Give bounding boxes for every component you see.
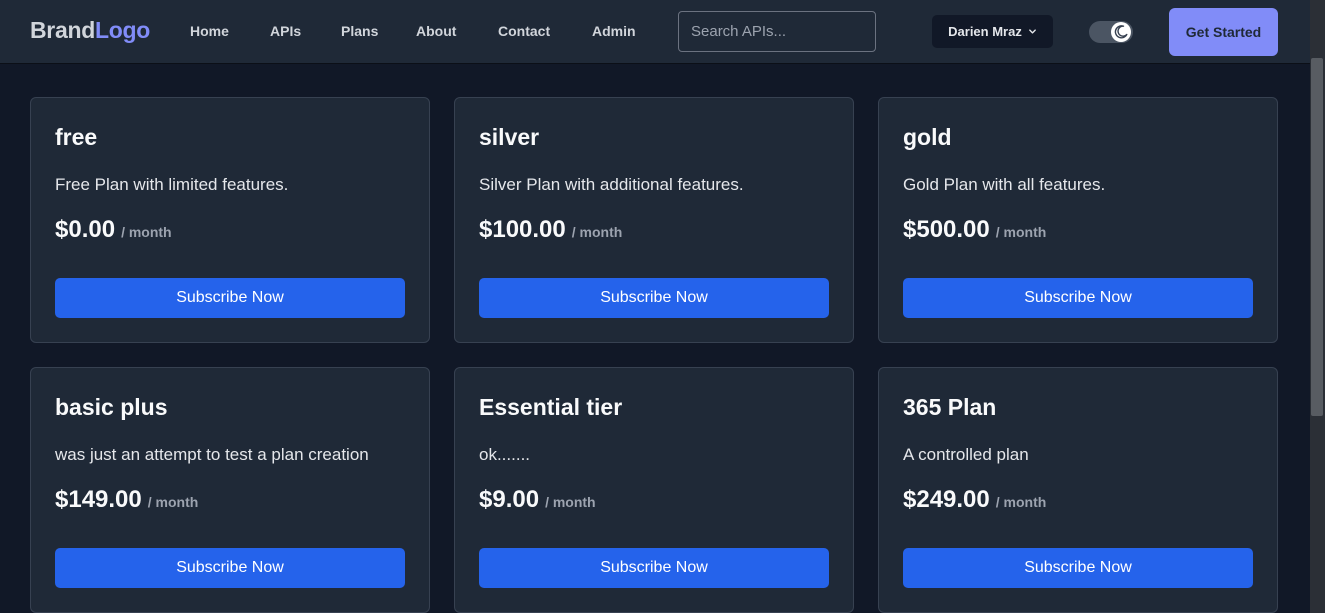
plan-price-period: / month xyxy=(571,224,623,240)
brand-logo-part1: Brand xyxy=(30,17,95,43)
plan-name: Essential tier xyxy=(479,394,623,420)
nav-link-home[interactable]: Home xyxy=(190,23,229,39)
plan-name: silver xyxy=(479,124,540,150)
plan-price: $500.00 / month xyxy=(903,216,1046,244)
plan-price: $249.00 / month xyxy=(903,486,1046,514)
subscribe-button[interactable]: Subscribe Now xyxy=(479,548,829,588)
plan-price-value: $500.00 xyxy=(903,216,990,243)
nav-link-apis[interactable]: APIs xyxy=(270,23,301,39)
plan-price-value: $0.00 xyxy=(55,216,116,243)
plan-price: $149.00 / month xyxy=(55,486,198,514)
plan-price-value: $100.00 xyxy=(479,216,566,243)
nav-link-contact[interactable]: Contact xyxy=(498,23,550,39)
plan-price: $100.00 / month xyxy=(479,216,622,244)
chevron-down-icon xyxy=(1028,29,1036,34)
plan-name: basic plus xyxy=(55,394,168,420)
user-menu-button[interactable]: Darien Mraz xyxy=(932,15,1053,48)
plan-description: Gold Plan with all features. xyxy=(903,175,1106,194)
plan-name: gold xyxy=(903,124,952,150)
plan-price-value: $149.00 xyxy=(55,486,142,513)
plan-card: basic plus was just an attempt to test a… xyxy=(30,367,430,613)
nav-link-plans[interactable]: Plans xyxy=(341,23,378,39)
brand-logo-part2: Logo xyxy=(94,17,150,43)
plan-price-period: / month xyxy=(121,224,172,240)
plan-description: ok....... xyxy=(479,445,531,464)
plan-description: Free Plan with limited features. xyxy=(55,175,289,194)
nav-link-admin[interactable]: Admin xyxy=(592,23,636,39)
plan-name: 365 Plan xyxy=(903,394,997,420)
get-started-button[interactable]: Get Started xyxy=(1169,8,1278,56)
plan-description: was just an attempt to test a plan creat… xyxy=(55,445,369,464)
plan-price-period: / month xyxy=(545,494,596,510)
toggle-knob xyxy=(1111,22,1131,42)
moon-icon xyxy=(1114,25,1128,39)
plan-card: free Free Plan with limited features. $0… xyxy=(30,97,430,343)
subscribe-button[interactable]: Subscribe Now xyxy=(55,548,405,588)
plan-name: free xyxy=(55,124,98,150)
scrollbar-thumb[interactable] xyxy=(1311,58,1323,416)
plan-card: silver Silver Plan with additional featu… xyxy=(454,97,854,343)
top-navbar: BrandLogo Home APIs Plans About Contact … xyxy=(0,0,1310,64)
plan-price: $0.00 / month xyxy=(55,216,172,244)
plan-description: A controlled plan xyxy=(903,445,1029,464)
plan-card: Essential tier ok....... $9.00 / month S… xyxy=(454,367,854,613)
plan-card: gold Gold Plan with all features. $500.0… xyxy=(878,97,1278,343)
brand-logo[interactable]: BrandLogo xyxy=(30,17,150,44)
plan-card: 365 Plan A controlled plan $249.00 / mon… xyxy=(878,367,1278,613)
subscribe-button[interactable]: Subscribe Now xyxy=(903,548,1253,588)
theme-toggle[interactable] xyxy=(1089,21,1133,43)
plan-price-period: / month xyxy=(995,224,1047,240)
plan-description: Silver Plan with additional features. xyxy=(479,175,744,194)
user-name: Darien Mraz xyxy=(948,24,1022,39)
subscribe-button[interactable]: Subscribe Now xyxy=(903,278,1253,318)
subscribe-button[interactable]: Subscribe Now xyxy=(479,278,829,318)
search-input[interactable] xyxy=(678,11,876,52)
plan-price-period: / month xyxy=(995,494,1047,510)
subscribe-button[interactable]: Subscribe Now xyxy=(55,278,405,318)
plan-price: $9.00 / month xyxy=(479,486,596,514)
plan-price-value: $249.00 xyxy=(903,486,990,513)
plans-grid: free Free Plan with limited features. $0… xyxy=(30,97,1278,613)
plan-price-period: / month xyxy=(147,494,199,510)
plan-price-value: $9.00 xyxy=(479,486,540,513)
nav-link-about[interactable]: About xyxy=(416,23,456,39)
